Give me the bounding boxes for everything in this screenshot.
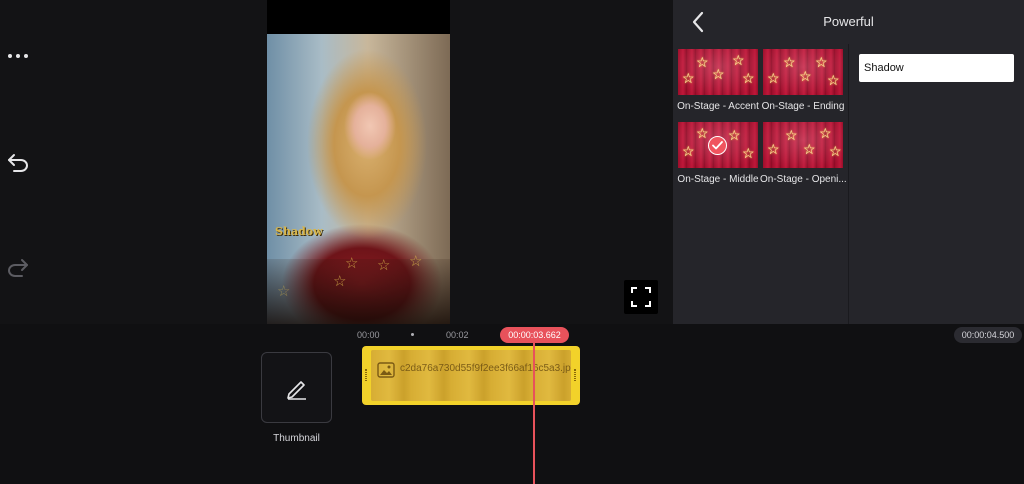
- clip-handle-left[interactable]: [365, 369, 367, 381]
- effect-thumbnail: ☆ ☆ ☆ ☆ ☆: [763, 49, 843, 95]
- undo-button[interactable]: [4, 148, 32, 176]
- selected-check: [708, 136, 727, 155]
- total-duration: 00:00:04.500: [954, 327, 1022, 343]
- effect-thumbnail: ☆ ☆ ☆ ☆ ☆: [763, 122, 843, 168]
- back-button[interactable]: [687, 10, 711, 34]
- effect-card[interactable]: ☆ ☆ ☆ ☆ ☆ On-Stage - Openi...: [760, 122, 846, 185]
- clip-name: c2da76a730d55f9f2ee3f66af16c5a3.jpg: [400, 363, 571, 374]
- effect-card[interactable]: ☆ ☆ ☆ ☆ ☆ On-Stage - Accent: [677, 49, 759, 112]
- redo-button[interactable]: [4, 253, 32, 281]
- thumbnail-label: Thumbnail: [273, 433, 320, 444]
- preview-star-icon: ☆: [409, 253, 423, 270]
- preview-star-icon: ☆: [377, 257, 391, 274]
- text-input[interactable]: [859, 54, 1014, 82]
- video-editor: ☆ ☆ ☆ ☆ ☆ Shadow Powerful ☆ ☆ ☆ ☆ ☆ On-Stage…: [0, 0, 1024, 484]
- redo-icon: [8, 259, 28, 277]
- pencil-icon: [286, 380, 306, 400]
- video-preview[interactable]: ☆ ☆ ☆ ☆ ☆ Shadow: [267, 0, 450, 325]
- time-tick: 00:02: [446, 330, 469, 340]
- timeline-clip[interactable]: c2da76a730d55f9f2ee3f66af16c5a3.jpg: [362, 346, 580, 405]
- chevron-left-icon: [692, 11, 704, 33]
- fullscreen-icon: [631, 287, 651, 307]
- clip-frames: c2da76a730d55f9f2ee3f66af16c5a3.jpg: [371, 350, 571, 401]
- panel-divider: [848, 44, 849, 324]
- clip-handle-right[interactable]: [574, 369, 576, 381]
- effect-label: On-Stage - Accent: [677, 101, 759, 112]
- effect-label: On-Stage - Ending: [761, 101, 845, 112]
- image-icon: [377, 362, 395, 378]
- effect-card[interactable]: ☆ ☆ ☆ ☆ ☆ On-Stage - Ending: [761, 49, 845, 112]
- preview-image: ☆ ☆ ☆ ☆ ☆: [267, 34, 450, 325]
- effect-card-selected[interactable]: ☆ ☆ ☆ ☆ On-Stage - Middle: [677, 122, 759, 185]
- preview-star-icon: ☆: [345, 255, 359, 272]
- time-tick: 00:00: [357, 330, 380, 340]
- effect-thumbnail: ☆ ☆ ☆ ☆ ☆: [678, 49, 758, 95]
- panel-header: Powerful: [673, 0, 1024, 44]
- effect-thumbnail: ☆ ☆ ☆ ☆: [678, 122, 758, 168]
- playhead-time: 00:00:03.662: [500, 327, 569, 343]
- preview-star-icon: ☆: [277, 283, 291, 300]
- thumbnail-button[interactable]: [261, 352, 332, 423]
- more-dots-icon: [8, 54, 28, 58]
- playhead[interactable]: [533, 343, 535, 484]
- effect-label: On-Stage - Middle: [677, 174, 759, 185]
- preview-floor: [267, 259, 450, 325]
- fullscreen-button[interactable]: [624, 280, 658, 314]
- effect-label: On-Stage - Openi...: [760, 174, 846, 185]
- check-icon: [712, 141, 723, 150]
- preview-overlay-text[interactable]: Shadow: [275, 225, 323, 238]
- undo-icon: [8, 154, 28, 172]
- more-button[interactable]: [4, 42, 32, 70]
- panel-title: Powerful: [823, 14, 874, 29]
- time-tick-dot: [411, 333, 414, 336]
- preview-star-icon: ☆: [333, 273, 347, 290]
